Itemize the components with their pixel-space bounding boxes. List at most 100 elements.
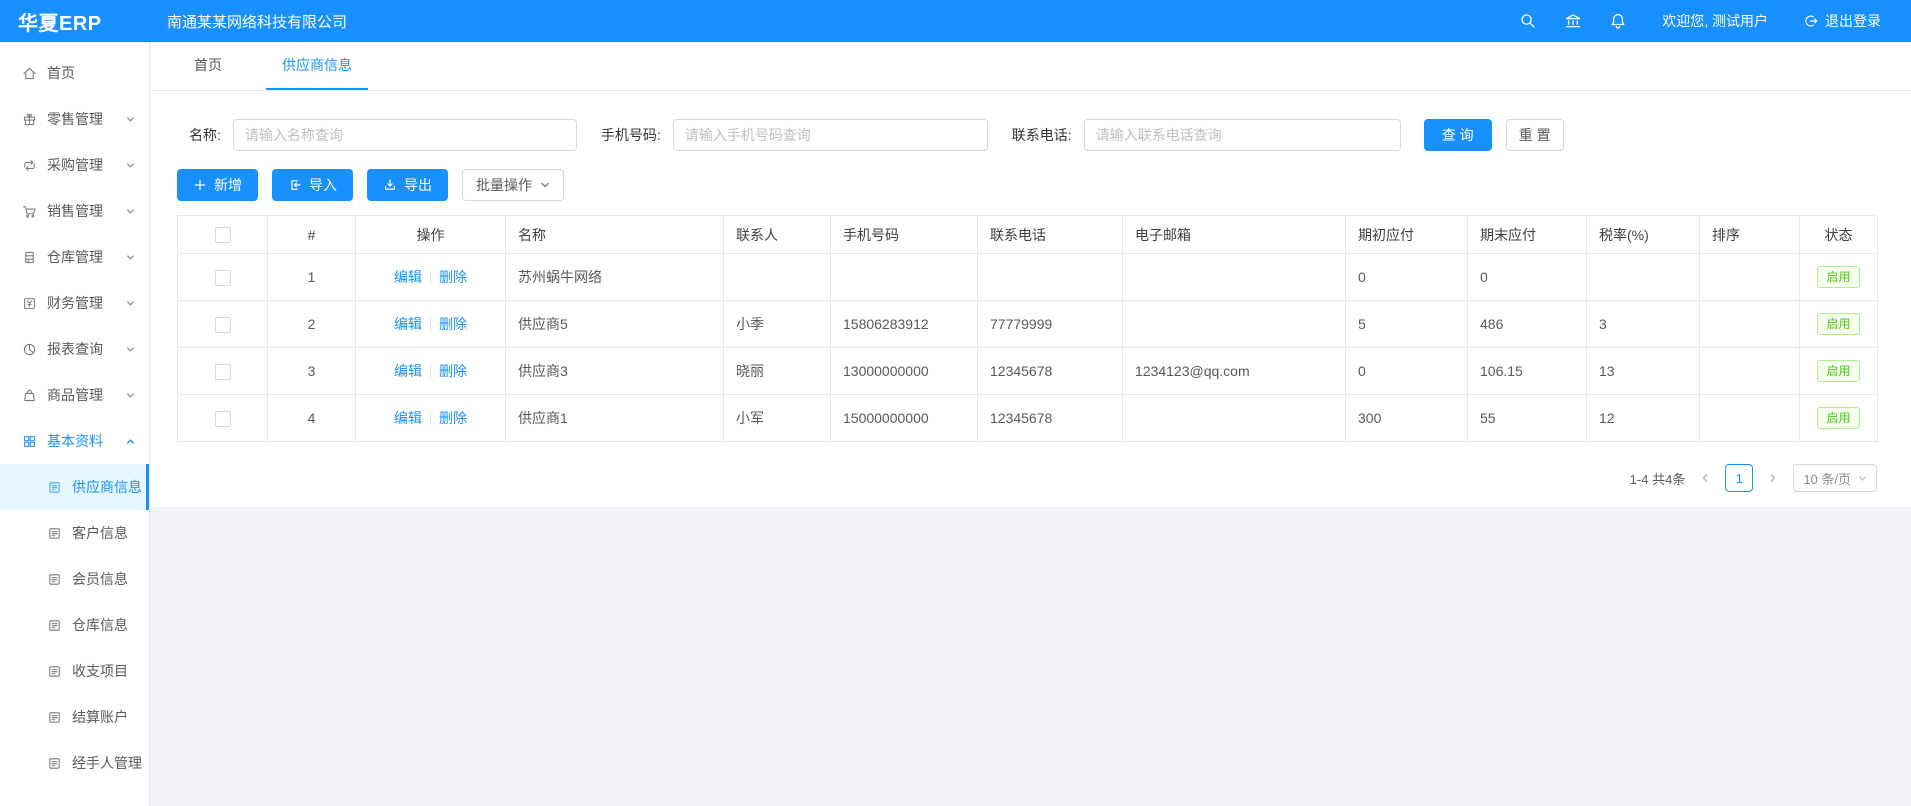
row-checkbox[interactable]	[215, 317, 231, 333]
cell-sort	[1700, 254, 1800, 301]
col-header-name: 名称	[506, 216, 724, 254]
logout-label: 退出登录	[1825, 11, 1881, 31]
home-icon	[22, 66, 37, 81]
page-size-select[interactable]: 10 条/页	[1793, 464, 1877, 492]
row-checkbox[interactable]	[215, 364, 231, 380]
tab-supplier-info[interactable]: 供应商信息	[266, 42, 368, 90]
sidebar-subitem-customer-info[interactable]: 客户信息	[0, 510, 149, 556]
sidebar-subitem-label: 客户信息	[72, 523, 128, 543]
cell-tax-rate: 13	[1587, 348, 1700, 395]
sidebar: 首页 零售管理 采购管理 销售管理 仓库管理 财务管理 报表查询 商品管理 基本…	[0, 42, 150, 806]
cell-actions: 编辑 删除	[356, 301, 506, 348]
edit-link[interactable]: 编辑	[394, 410, 422, 426]
sidebar-item-home[interactable]: 首页	[0, 50, 149, 96]
cell-phone: 15806283912	[831, 301, 978, 348]
col-header-tel: 联系电话	[978, 216, 1123, 254]
export-button-label: 导出	[404, 175, 432, 195]
delete-link[interactable]: 删除	[439, 269, 467, 285]
import-button[interactable]: 导入	[272, 169, 353, 201]
tel-filter-input[interactable]	[1084, 119, 1401, 151]
cell-phone	[831, 254, 978, 301]
delete-link[interactable]: 删除	[439, 316, 467, 332]
sidebar-item-finance[interactable]: 财务管理	[0, 280, 149, 326]
add-button[interactable]: 新增	[177, 169, 258, 201]
edit-link[interactable]: 编辑	[394, 316, 422, 332]
reset-button[interactable]: 重 置	[1506, 119, 1564, 151]
table-header-row: # 操作 名称 联系人 手机号码 联系电话 电子邮箱 期初应付 期末应付 税率(…	[178, 216, 1878, 254]
sidebar-subitem-member-info[interactable]: 会员信息	[0, 556, 149, 602]
chevron-down-icon	[126, 391, 135, 400]
bell-icon[interactable]	[1609, 12, 1627, 30]
phone-filter-label: 手机号码:	[601, 125, 661, 145]
sidebar-item-label: 基本资料	[47, 431, 103, 451]
tab-home[interactable]: 首页	[178, 42, 238, 90]
chevron-left-icon	[1700, 473, 1710, 483]
cell-index: 1	[268, 254, 356, 301]
table-row: 2 编辑删除 供应商5 小季 15806283912 77779999 5 48…	[178, 301, 1878, 348]
cell-sort	[1700, 301, 1800, 348]
sidebar-subitem-supplier-info[interactable]: 供应商信息	[0, 464, 149, 510]
search-icon[interactable]	[1519, 12, 1537, 30]
next-page-button[interactable]	[1762, 464, 1784, 492]
sidebar-subitem-handler-management[interactable]: 经手人管理	[0, 740, 149, 786]
sidebar-item-label: 仓库管理	[47, 247, 103, 267]
platform-icon[interactable]	[1564, 12, 1582, 30]
sidebar-item-basic-data[interactable]: 基本资料	[0, 418, 149, 464]
tab-label: 首页	[194, 55, 222, 75]
logout-button[interactable]: 退出登录	[1803, 11, 1881, 31]
edit-link[interactable]: 编辑	[394, 363, 422, 379]
sidebar-subitem-warehouse-info[interactable]: 仓库信息	[0, 602, 149, 648]
cell-name: 苏州蜗牛网络	[506, 254, 724, 301]
edit-link[interactable]: 编辑	[394, 269, 422, 285]
supplier-table: # 操作 名称 联系人 手机号码 联系电话 电子邮箱 期初应付 期末应付 税率(…	[177, 215, 1878, 442]
delete-link[interactable]: 删除	[439, 363, 467, 379]
prev-page-button[interactable]	[1694, 464, 1716, 492]
cell-tel: 12345678	[978, 348, 1123, 395]
batch-actions-button[interactable]: 批量操作	[462, 169, 564, 201]
name-filter-input[interactable]	[233, 119, 577, 151]
pagination: 1-4 共4条 1 10 条/页	[177, 464, 1877, 492]
status-badge: 启用	[1817, 360, 1859, 382]
sidebar-item-retail[interactable]: 零售管理	[0, 96, 149, 142]
row-checkbox[interactable]	[215, 270, 231, 286]
phone-filter-input[interactable]	[673, 119, 988, 151]
cell-tax-rate: 3	[1587, 301, 1700, 348]
search-button[interactable]: 查 询	[1424, 119, 1492, 151]
sidebar-item-reports[interactable]: 报表查询	[0, 326, 149, 372]
sidebar-subitem-settlement-account[interactable]: 结算账户	[0, 694, 149, 740]
chevron-down-icon	[1858, 474, 1867, 483]
sidebar-item-sales[interactable]: 销售管理	[0, 188, 149, 234]
sidebar-item-warehouse[interactable]: 仓库管理	[0, 234, 149, 280]
sync-icon	[22, 158, 37, 173]
cell-end-payable: 0	[1468, 254, 1587, 301]
status-badge: 启用	[1817, 407, 1859, 429]
divider	[430, 412, 431, 425]
row-checkbox[interactable]	[215, 411, 231, 427]
cell-contact	[724, 254, 831, 301]
select-all-checkbox[interactable]	[215, 227, 231, 243]
chevron-down-icon	[126, 253, 135, 262]
export-button[interactable]: 导出	[367, 169, 448, 201]
col-header-contact: 联系人	[724, 216, 831, 254]
cell-tel: 77779999	[978, 301, 1123, 348]
sidebar-item-label: 首页	[47, 63, 75, 83]
sidebar-item-goods[interactable]: 商品管理	[0, 372, 149, 418]
cell-index: 3	[268, 348, 356, 395]
page-number[interactable]: 1	[1725, 464, 1753, 492]
filter-row: 名称: 手机号码: 联系电话: 查 询 重 置	[189, 119, 1877, 151]
cell-email: 1234123@qq.com	[1123, 348, 1346, 395]
import-button-label: 导入	[309, 175, 337, 195]
content-card: 名称: 手机号码: 联系电话: 查 询 重 置 新增 导入 导出	[151, 91, 1911, 507]
sidebar-subitem-income-expense[interactable]: 收支项目	[0, 648, 149, 694]
delete-link[interactable]: 删除	[439, 410, 467, 426]
cell-actions: 编辑 删除	[356, 254, 506, 301]
divider	[430, 318, 431, 331]
table-row: 3 编辑删除 供应商3 晓丽 13000000000 12345678 1234…	[178, 348, 1878, 395]
sidebar-subitem-label: 收支项目	[72, 661, 128, 681]
sidebar-item-label: 财务管理	[47, 293, 103, 313]
tel-filter-label: 联系电话:	[1012, 125, 1072, 145]
sidebar-item-label: 报表查询	[47, 339, 103, 359]
sidebar-item-purchase[interactable]: 采购管理	[0, 142, 149, 188]
doc-icon	[47, 756, 62, 771]
doc-icon	[47, 572, 62, 587]
